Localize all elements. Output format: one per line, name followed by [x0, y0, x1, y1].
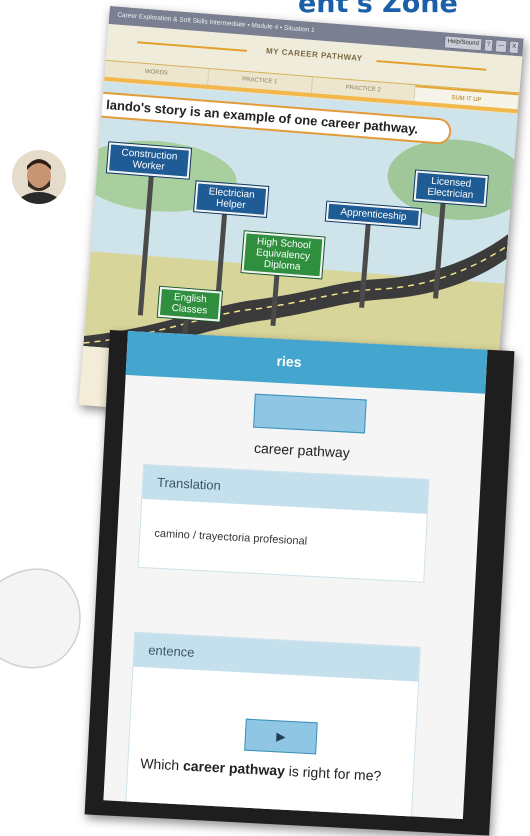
sign-english-classes: English Classes: [157, 286, 222, 322]
play-icon: ▶: [275, 729, 286, 744]
sentence-heading: entence: [133, 632, 420, 682]
example-sentence: Which career pathway is right for me?: [140, 753, 411, 787]
minimize-button[interactable]: —: [494, 39, 508, 54]
sign-construction-worker: Construction Worker: [106, 142, 192, 179]
sign-licensed-electrician: Licensed Electrician: [413, 170, 488, 207]
help-sound-button[interactable]: Help/Sound: [443, 35, 483, 52]
play-button[interactable]: ▶: [244, 718, 318, 755]
person-avatar-icon: [12, 150, 66, 204]
close-button[interactable]: X: [508, 40, 520, 55]
example-sentence-card: entence ▶ Which career pathway is right …: [125, 631, 421, 819]
translation-card: Translation camino / trayectoria profesi…: [137, 463, 430, 583]
example-text-after: is right for me?: [284, 762, 382, 784]
sign-electrician-helper: Electrician Helper: [194, 181, 269, 217]
example-text-before: Which: [139, 755, 184, 774]
term-audio-button[interactable]: [253, 393, 367, 434]
glossary-term: career pathway: [253, 439, 351, 461]
puzzle-knob-decoration: [0, 568, 81, 669]
help-button[interactable]: ?: [483, 38, 494, 53]
page-banner-title: ent's Zone: [298, 0, 458, 19]
sign-high-school-equivalency-diploma: High School Equivalency Diploma: [241, 231, 325, 279]
phone-glossary-piece: ries career pathway Translation camino /…: [84, 330, 515, 836]
glossary-title: ries: [276, 352, 302, 371]
translation-value: camino / trayectoria profesional: [154, 527, 308, 548]
example-term-bold: career pathway: [182, 757, 286, 779]
avatar: [12, 150, 66, 204]
phone-screen: ries career pathway Translation camino /…: [103, 330, 488, 820]
